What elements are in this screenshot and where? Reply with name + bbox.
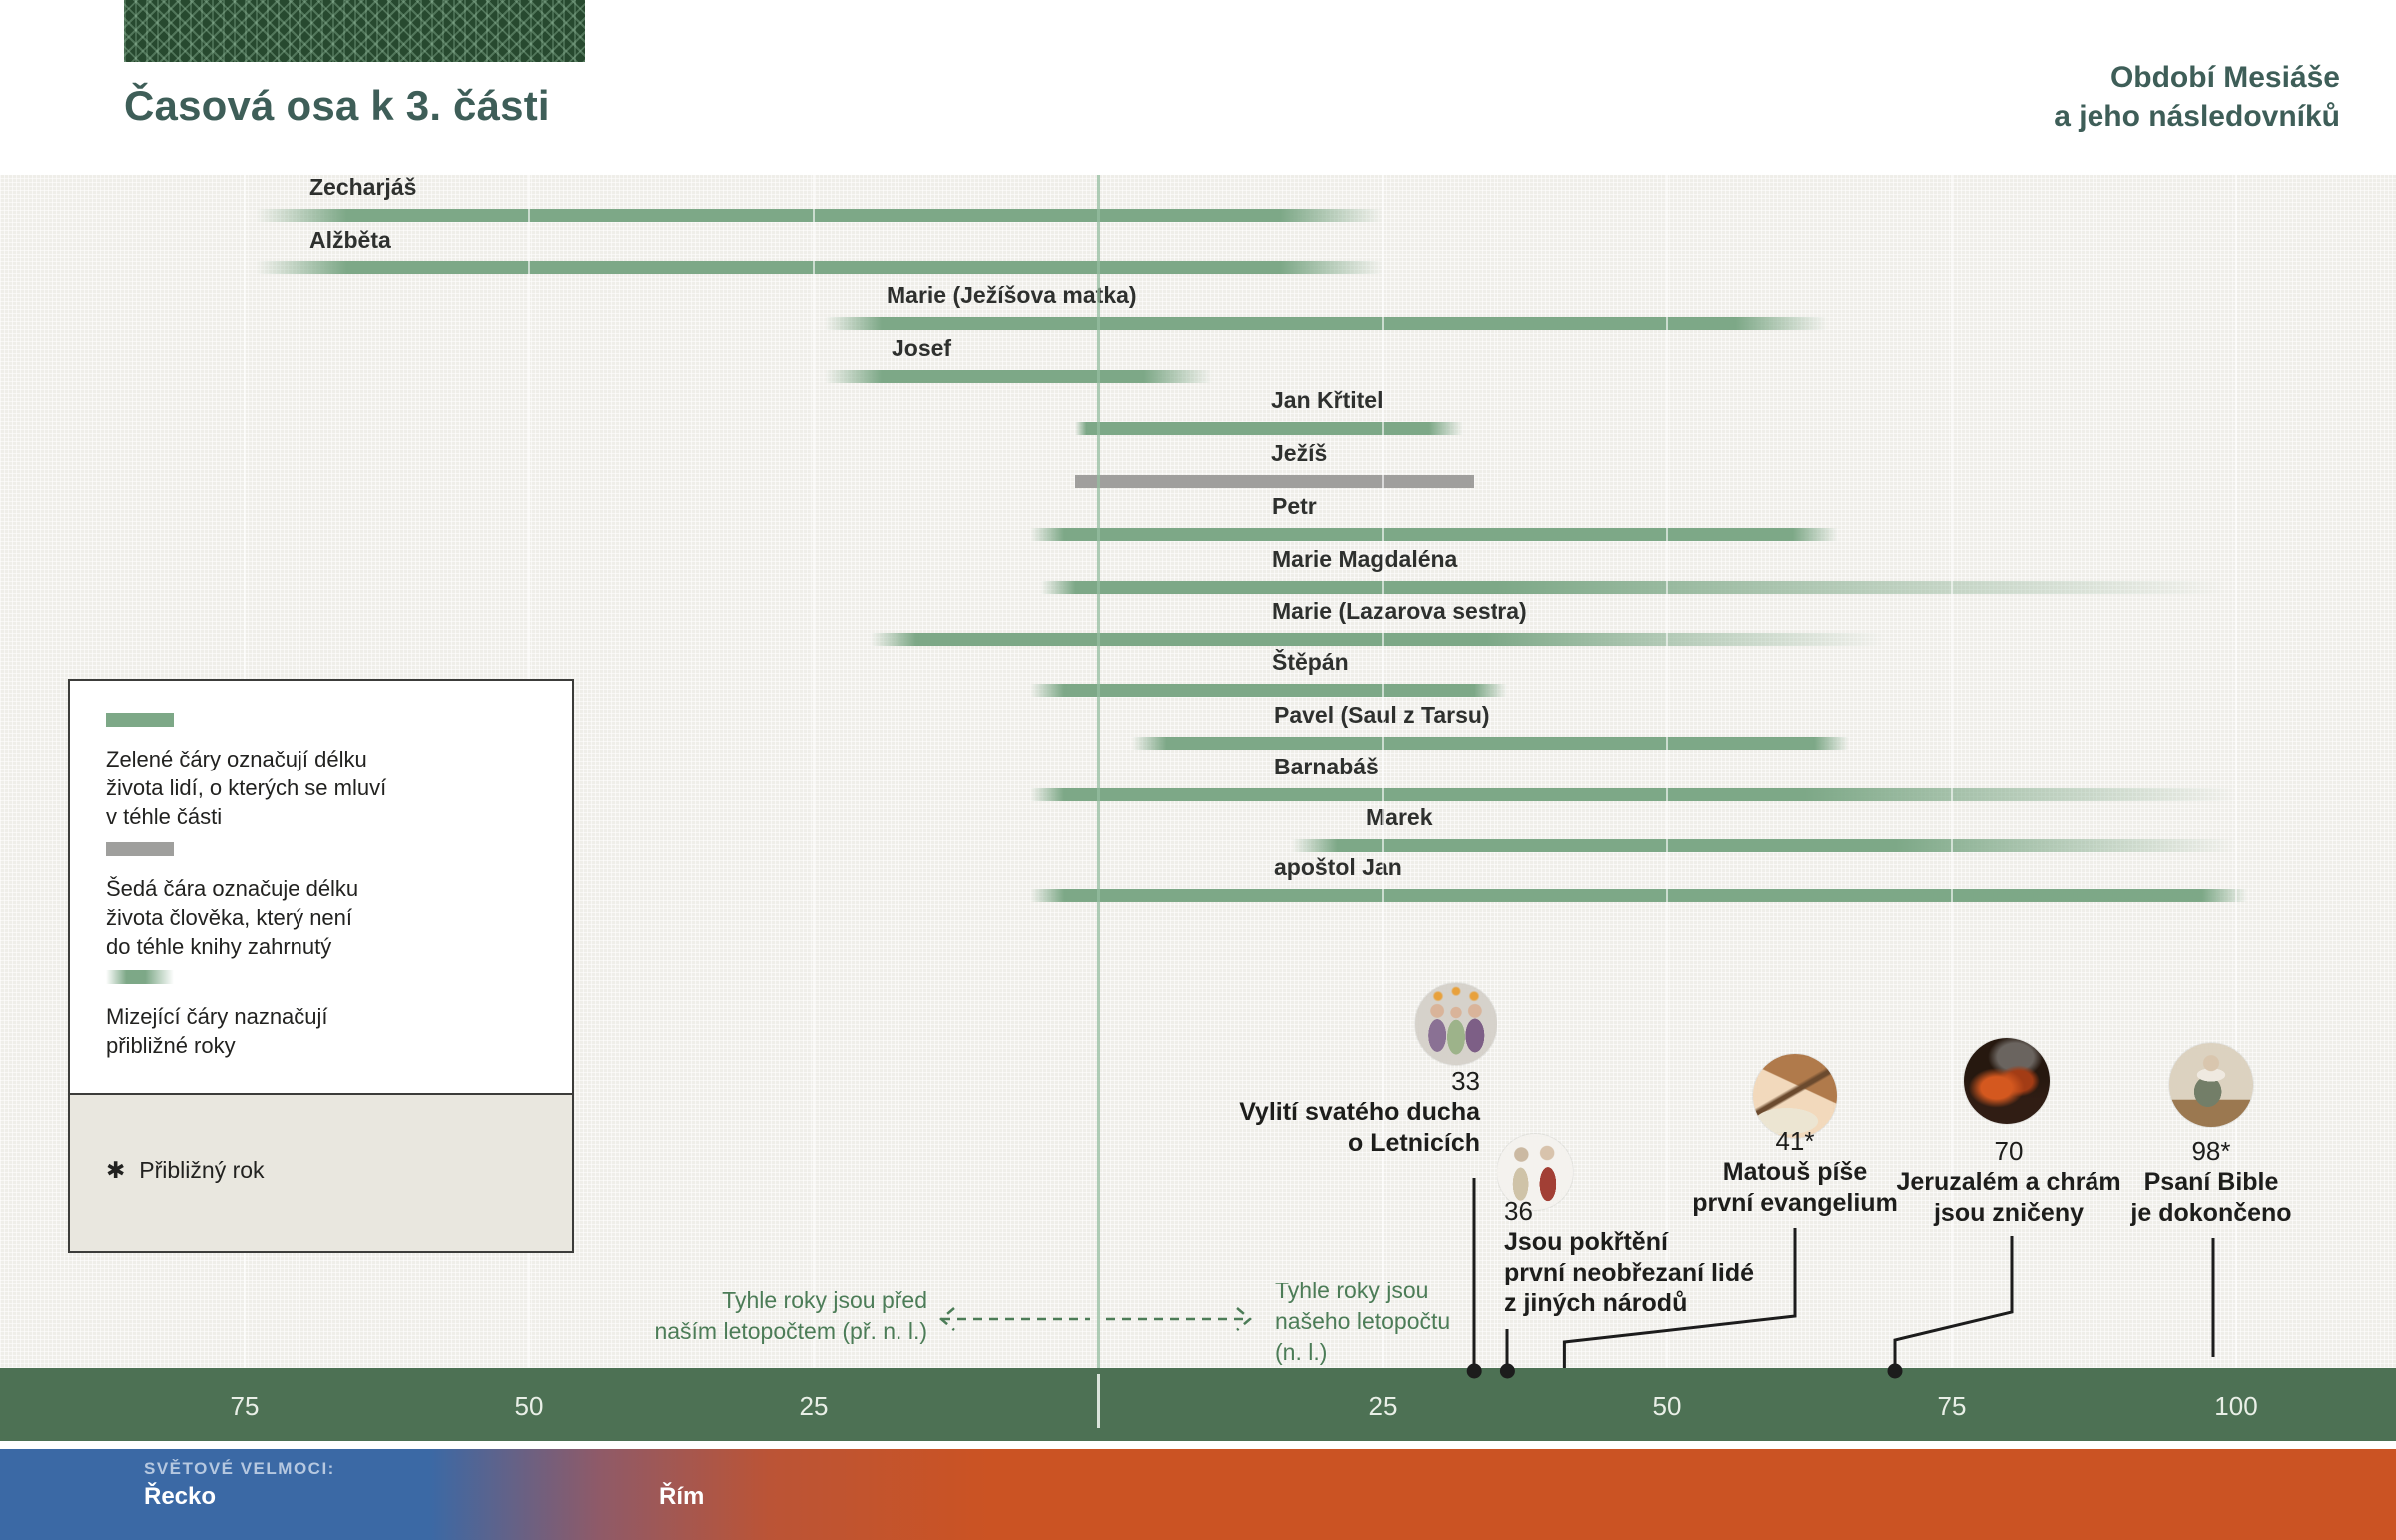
axis-tick-label: 50 (514, 1391, 544, 1421)
bce-era-label: Tyhle roky jsou před naším letopočtem (p… (654, 1287, 927, 1344)
axis-bottom-gap (0, 1441, 2396, 1449)
gray-swatch-icon (106, 842, 174, 856)
page-title: Časová osa k 3. části (124, 82, 550, 129)
lifespan-bar (1029, 528, 1838, 541)
person-label: Marek (1366, 804, 1433, 830)
world-powers-strip: SVĚTOVÉ VELMOCI: Řecko Řím (0, 1449, 2396, 1540)
lifespan-bar (871, 633, 1884, 646)
event-caption-line: o Letnicích (1348, 1129, 1480, 1157)
person-label: Jan Křtitel (1271, 387, 1384, 413)
event-caption-line: Jsou pokřtění (1504, 1228, 1668, 1256)
gridline-year-50 (1666, 175, 1668, 1368)
green-solid-swatch-icon (106, 713, 174, 727)
event-caption: 70 Jeruzalém a chrám jsou zničeny (1896, 1136, 2120, 1229)
footnote-text: Přibližný rok (139, 1157, 265, 1183)
lifespan-bar (1075, 422, 1463, 435)
lifespan-bar (1041, 581, 2225, 594)
lifespan-bar (1029, 889, 2248, 902)
lifespan-bar (256, 261, 1383, 274)
event-caption-line: jsou zničeny (1933, 1199, 2085, 1227)
person-label: Alžběta (309, 227, 391, 253)
year-axis-bar: 75 50 25 25 50 75 100 (0, 1368, 2396, 1441)
person-label: Petr (1272, 493, 1317, 519)
legend-text-gray: Šedá čára označuje délku života člověka,… (106, 876, 359, 959)
legend-item-green: Zelené čáry označují délku života lidí, … (106, 713, 535, 831)
page-header: Časová osa k 3. části Období Mesiáše a j… (0, 0, 2396, 175)
world-power-name: Řím (659, 1483, 705, 1510)
person-label: Marie Magdaléna (1272, 546, 1458, 572)
axis-tick-label: 50 (1652, 1391, 1682, 1421)
lifespan-bar (256, 209, 1383, 222)
legend-footnote: ✱ Přibližný rok (70, 1093, 572, 1251)
person-label: Ježíš (1271, 440, 1328, 466)
event-caption-line: Matouš píše (1722, 1158, 1868, 1186)
event-year: 98* (2191, 1136, 2231, 1166)
axis-tick-label: 75 (1937, 1391, 1967, 1421)
lifespan-bar (1029, 788, 2236, 801)
event-caption: 41* Matouš píše první evangelium (1692, 1126, 1898, 1219)
lifespan-bar (825, 370, 1212, 383)
legend-item-gray: Šedá čára označuje délku života člověka,… (106, 842, 535, 961)
lifespan-bar (1291, 839, 2236, 852)
event-caption: 33 Vylití svatého ducha o Letnicích (1239, 1066, 1480, 1159)
fading-green-swatch-icon (106, 970, 174, 984)
axis-tick-label: 25 (799, 1391, 829, 1421)
event-caption-line: první evangelium (1692, 1189, 1898, 1217)
event-caption-line: z jiných národů (1504, 1289, 1688, 1317)
legend-text-fading: Mizející čáry naznačují přibližné roky (106, 1004, 328, 1058)
person-label: Marie (Lazarova sestra) (1272, 598, 1527, 624)
axis-tick-label: 100 (2214, 1391, 2258, 1421)
legend-item-fading: Mizející čáry naznačují přibližné roky (106, 970, 535, 1060)
person-label: Barnabáš (1274, 754, 1379, 779)
bce-ce-divider (1097, 1374, 1100, 1428)
lifespan-bar (1132, 737, 1850, 750)
period-subtitle: Období Mesiáše a jeho následovníků (2054, 61, 2340, 133)
timeline-infographic-page: Časová osa k 3. části Období Mesiáše a j… (0, 0, 2396, 1540)
person-label: Josef (892, 335, 952, 361)
axis-tick-label: 25 (1368, 1391, 1398, 1421)
event-caption-line: Psaní Bible (2143, 1168, 2279, 1196)
ce-era-label: Tyhle roky jsou našeho letopočtu (n. l.) (1275, 1278, 1451, 1365)
event-year: 70 (1994, 1136, 2024, 1166)
lifespan-bar (1029, 684, 1508, 697)
decorative-pattern-banner (124, 0, 585, 62)
timeline-plot-area: Zelené čáry označují délku života lidí, … (0, 174, 2396, 1368)
person-label: Zecharjáš (309, 174, 417, 200)
event-caption: 98* Psaní Bible je dokončeno (2130, 1136, 2291, 1229)
axis-tick-label: 75 (230, 1391, 260, 1421)
person-label: Štěpán (1272, 649, 1349, 675)
lifespan-bar (825, 317, 1827, 330)
event-caption-line: Vylití svatého ducha (1239, 1098, 1480, 1126)
event-year: 41* (1775, 1126, 1815, 1156)
lifespan-bar (1075, 475, 1475, 488)
event-caption-line: je dokončeno (2130, 1199, 2292, 1227)
legend-text-green: Zelené čáry označují délku života lidí, … (106, 747, 387, 829)
year-zero-line (1097, 175, 1100, 1368)
world-power-name: Řecko (144, 1483, 217, 1510)
gridline-year-25 (1382, 175, 1384, 1368)
world-powers-label: SVĚTOVÉ VELMOCI: (144, 1459, 335, 1478)
gridline-year-25 (813, 175, 815, 1368)
jerusalem-burning-image (1964, 1038, 2050, 1124)
asterisk-icon: ✱ (106, 1157, 126, 1183)
pentecost-flames-image (1415, 983, 1497, 1065)
legend-box: Zelené čáry označují délku života lidí, … (68, 679, 574, 1253)
event-caption-line: první neobřezaní lidé (1504, 1259, 1755, 1286)
event-year: 33 (1451, 1066, 1480, 1096)
john-writing-image (2169, 1043, 2253, 1127)
event-caption-line: Jeruzalém a chrám (1896, 1168, 2121, 1196)
